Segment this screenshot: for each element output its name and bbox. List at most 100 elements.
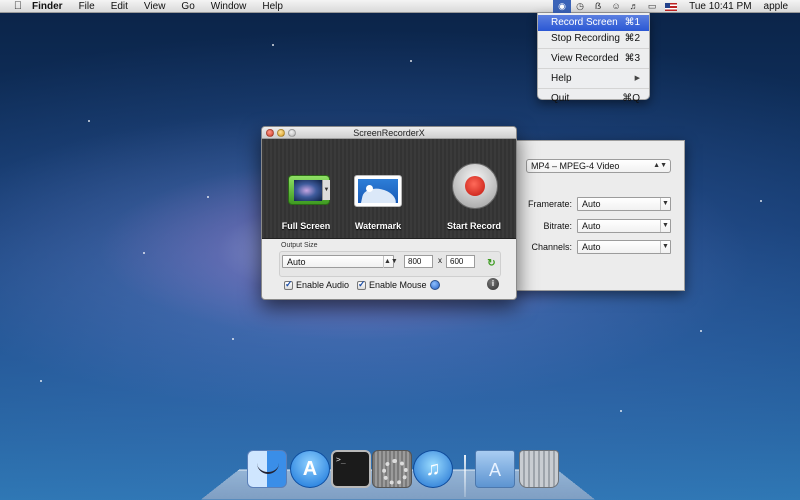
dropdown-tab: ▼ <box>322 180 330 200</box>
photo-icon <box>358 179 398 203</box>
output-preset-value: Auto <box>287 257 306 267</box>
encoding-settings-panel: MP4 – MPEG-4 Video ▲▼ Framerate: Auto ▼ … <box>512 140 685 291</box>
framerate-select[interactable]: Auto ▼ <box>577 197 671 211</box>
minimize-button[interactable] <box>277 129 285 137</box>
menu-item-label: Help <box>551 73 572 84</box>
screen-preview <box>294 180 322 201</box>
trash-icon[interactable] <box>519 450 559 488</box>
start-record-button[interactable]: Start Record <box>434 139 514 239</box>
bluetooth-icon[interactable]: ẞ <box>589 0 607 13</box>
screenrecorderx-window: ScreenRecorderX ▼ Full Screen Watermark … <box>261 126 517 300</box>
star <box>40 380 42 382</box>
sun-shape <box>366 185 373 192</box>
menu-bar-menus: Finder File Edit View Go Window Help <box>32 0 299 13</box>
checkbox-checked-icon <box>357 279 366 290</box>
screenrecorder-icon[interactable]: ◉ <box>553 0 572 13</box>
menu-item-shortcut: ⌘1 <box>624 17 640 28</box>
star <box>760 200 762 202</box>
submenu-arrow-icon: ▶ <box>634 75 640 82</box>
output-height-field[interactable]: 600 <box>446 255 475 268</box>
zoom-button[interactable] <box>288 129 296 137</box>
applications-folder-icon[interactable]: A <box>475 450 515 488</box>
channels-value: Auto <box>582 242 601 252</box>
channels-select[interactable]: Auto ▼ <box>577 240 671 254</box>
itunes-icon[interactable]: ♫ <box>413 450 453 488</box>
menu-window[interactable]: Window <box>211 0 247 13</box>
bitrate-label: Bitrate: <box>543 221 572 231</box>
watermark-label: Watermark <box>354 221 402 231</box>
chevron-down-icon: ▼ <box>660 241 670 253</box>
menu-item-label: Record Screen <box>551 17 618 28</box>
menu-bar:  Finder File Edit View Go Window Help ◉… <box>0 0 800 13</box>
menu-item-stop-recording[interactable]: Stop Recording ⌘2 <box>538 31 649 47</box>
system-preferences-icon[interactable] <box>372 450 412 488</box>
enable-mouse-label: Enable Mouse <box>369 280 427 290</box>
chevron-updown-icon: ▲▼ <box>383 256 398 268</box>
window-toolbar: ▼ Full Screen Watermark Start Record <box>262 139 516 239</box>
refresh-icon[interactable]: ↻ <box>486 258 497 269</box>
menu-separator <box>538 68 649 69</box>
close-button[interactable] <box>266 129 274 137</box>
watermark-icon <box>354 175 402 207</box>
time-machine-icon[interactable]: ◷ <box>571 0 589 13</box>
mouse-options-icon[interactable] <box>430 280 440 290</box>
menu-separator <box>538 48 649 49</box>
finder-icon[interactable] <box>247 450 287 488</box>
menu-item-quit[interactable]: Quit ⌘Q <box>538 91 649 107</box>
star <box>410 60 412 62</box>
chevron-down-icon: ▼ <box>660 220 670 232</box>
window-title: ScreenRecorderX <box>353 128 425 138</box>
menu-help[interactable]: Help <box>262 0 283 13</box>
app-store-icon[interactable]: A <box>290 450 330 488</box>
framerate-value: Auto <box>582 199 601 209</box>
battery-icon[interactable]: ▭ <box>643 0 661 13</box>
full-screen-icon: ▼ <box>288 175 330 205</box>
menu-item-shortcut: ⌘3 <box>624 53 640 64</box>
menu-edit[interactable]: Edit <box>111 0 128 13</box>
menu-go[interactable]: Go <box>181 0 194 13</box>
menu-item-record-screen[interactable]: Record Screen ⌘1 <box>538 15 649 31</box>
output-preset-select[interactable]: Auto ▲▼ <box>282 255 398 268</box>
output-width-field[interactable]: 800 <box>404 255 433 268</box>
full-screen-button[interactable]: ▼ Full Screen <box>266 139 346 239</box>
bitrate-select[interactable]: Auto ▼ <box>577 219 671 233</box>
chevron-updown-icon: ▲▼ <box>653 162 667 169</box>
menu-file[interactable]: File <box>79 0 95 13</box>
output-size-title: Output Size <box>281 242 318 249</box>
us-flag-icon[interactable] <box>665 2 678 11</box>
window-titlebar[interactable]: ScreenRecorderX <box>262 127 516 139</box>
menu-extras: ◉ ◷ ẞ ☺ ♬ ▭ Tue 10:41 PM apple <box>553 0 800 13</box>
wifi-icon[interactable]: ☺ <box>607 0 625 13</box>
menu-item-view-recorded[interactable]: View Recorded ⌘3 <box>538 51 649 67</box>
star <box>207 196 209 198</box>
terminal-icon[interactable]: >_ <box>331 450 371 488</box>
format-popup[interactable]: MP4 – MPEG-4 Video ▲▼ <box>526 159 671 173</box>
enable-audio-label: Enable Audio <box>296 280 350 290</box>
menu-separator <box>538 88 649 89</box>
menu-clock[interactable]: Tue 10:41 PM <box>689 0 751 13</box>
record-icon <box>452 163 498 209</box>
channels-label: Channels: <box>531 242 572 252</box>
full-screen-label: Full Screen <box>281 221 331 231</box>
menu-user[interactable]: apple <box>764 0 788 13</box>
menu-app-finder[interactable]: Finder <box>32 0 63 13</box>
enable-audio-checkbox[interactable]: Enable Audio <box>284 279 349 291</box>
volume-icon[interactable]: ♬ <box>625 0 643 13</box>
star <box>620 410 622 412</box>
terminal-prompt: >_ <box>336 455 346 464</box>
chevron-down-icon: ▼ <box>660 198 670 210</box>
apple-icon[interactable]:  <box>10 0 26 13</box>
menu-item-help[interactable]: Help ▶ <box>538 71 649 87</box>
format-value: MP4 – MPEG-4 Video <box>531 161 620 171</box>
recorder-dropdown-menu: Record Screen ⌘1 Stop Recording ⌘2 View … <box>537 13 650 104</box>
start-record-label: Start Record <box>446 221 501 231</box>
watermark-button[interactable]: Watermark <box>338 139 418 239</box>
star <box>700 330 702 332</box>
framerate-label: Framerate: <box>527 199 572 209</box>
star <box>272 44 274 46</box>
enable-mouse-checkbox[interactable]: Enable Mouse <box>357 279 427 291</box>
info-icon[interactable]: i <box>487 278 499 290</box>
menu-view[interactable]: View <box>144 0 166 13</box>
menu-item-shortcut: ⌘Q <box>622 93 640 104</box>
menu-item-label: View Recorded <box>551 53 619 64</box>
